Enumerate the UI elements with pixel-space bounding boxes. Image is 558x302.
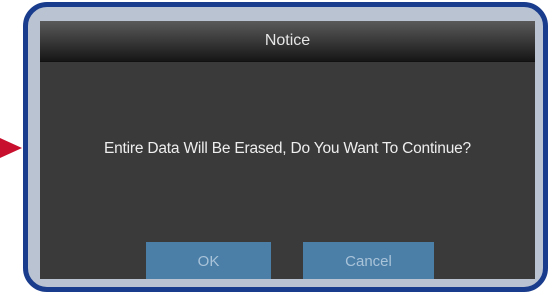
cancel-button-label: Cancel: [345, 252, 392, 270]
right-arrow-icon: [0, 138, 22, 158]
highlight-frame: Notice Entire Data Will Be Erased, Do Yo…: [23, 2, 548, 292]
dialog-title: Notice: [264, 32, 311, 49]
notice-dialog: Notice Entire Data Will Be Erased, Do Yo…: [40, 21, 535, 279]
dialog-message: Entire Data Will Be Erased, Do You Want …: [104, 140, 471, 157]
ok-button[interactable]: OK: [146, 242, 271, 279]
dialog-button-row: OK Cancel: [40, 242, 535, 279]
ok-button-label: OK: [197, 252, 220, 270]
cancel-button[interactable]: Cancel: [303, 242, 434, 279]
screenshot-stage: Notice Entire Data Will Be Erased, Do Yo…: [0, 0, 558, 302]
dialog-titlebar: Notice: [40, 21, 535, 62]
